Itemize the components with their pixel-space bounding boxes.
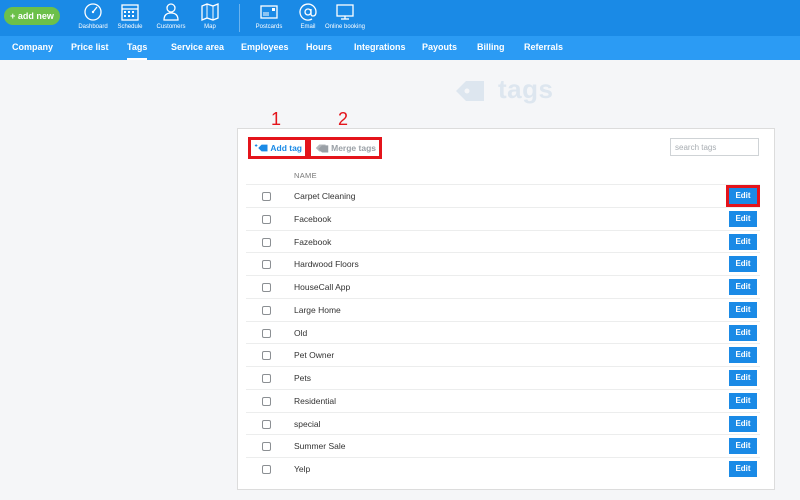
dashboard-gauge-icon	[84, 3, 102, 21]
tag-name: Summer Sale	[294, 441, 346, 452]
merge-tags-label: Merge tags	[331, 143, 376, 153]
tag-name: Yelp	[294, 464, 311, 474]
table-row: Summer Sale Edit	[246, 434, 760, 457]
tags-table: Carpet Cleaning Edit Facebook Edit Fazeboo…	[246, 184, 760, 480]
add-tag-label: Add tag	[270, 143, 302, 153]
edit-button[interactable]: Edit	[729, 370, 757, 386]
table-row: HouseCall App Edit	[246, 275, 760, 298]
map-icon	[201, 3, 219, 21]
row-checkbox[interactable]	[262, 214, 271, 224]
search-tags-input[interactable]	[670, 138, 759, 156]
edit-button[interactable]: Edit	[729, 210, 757, 227]
row-checkbox[interactable]	[262, 237, 271, 247]
row-checkbox[interactable]	[262, 260, 271, 270]
edit-button[interactable]: Edit	[729, 256, 757, 273]
tag-name: special	[294, 418, 321, 429]
page-title: tags	[498, 74, 554, 104]
tag-name: Fazebook	[294, 236, 332, 247]
nav-map[interactable]: Map	[185, 2, 235, 34]
nav-map-label: Map	[204, 24, 216, 30]
calendar-icon	[121, 4, 139, 21]
table-row: Facebook Edit	[246, 206, 760, 230]
table-row: Pets Edit	[246, 366, 760, 389]
at-sign-icon	[299, 3, 317, 21]
tag-name: Facebook	[294, 213, 332, 224]
tab-service-area[interactable]: Service area	[171, 36, 224, 60]
edit-button[interactable]: Edit	[729, 392, 757, 409]
edit-button[interactable]: Edit	[729, 301, 757, 318]
table-row: Yelp Edit	[246, 457, 760, 480]
tag-name: Old	[294, 327, 308, 338]
top-bar: + add new Dashboard Schedule Customers M…	[0, 0, 800, 36]
table-row: Old Edit	[246, 320, 760, 344]
row-checkbox[interactable]	[262, 396, 271, 406]
tab-billing[interactable]: Billing	[477, 36, 505, 60]
add-tag-button[interactable]: Add tag	[248, 137, 308, 159]
postcard-icon	[260, 5, 278, 19]
settings-tab-bar: Company Price list Tags Service area Emp…	[0, 36, 800, 60]
tab-price-list[interactable]: Price list	[71, 36, 109, 60]
table-row: Hardwood Floors Edit	[246, 252, 760, 275]
row-checkbox[interactable]	[262, 192, 271, 201]
row-checkbox[interactable]	[262, 351, 271, 361]
edit-button[interactable]: Edit	[729, 233, 757, 250]
tab-tags[interactable]: Tags	[127, 36, 148, 60]
customers-person-icon	[163, 3, 179, 21]
tag-name: HouseCall App	[294, 282, 351, 292]
table-row: Carpet Cleaning Edit	[246, 184, 760, 207]
tab-company[interactable]: Company	[12, 36, 53, 60]
tag-name: Pet Owner	[294, 350, 335, 361]
table-row: Pet Owner Edit	[246, 343, 760, 366]
tags-panel: Add tag Merge tags NAME Carpet Cleaning E…	[237, 128, 775, 490]
topbar-divider	[239, 4, 240, 32]
callout-number-2: 2	[338, 109, 349, 129]
row-checkbox[interactable]	[262, 374, 271, 383]
table-row: Large Home Edit	[246, 297, 760, 321]
edit-button[interactable]: Edit	[729, 279, 757, 295]
tab-hours[interactable]: Hours	[306, 36, 332, 60]
tag-name: Residential	[294, 395, 337, 406]
column-header-name: NAME	[294, 171, 317, 180]
edit-button[interactable]: Edit	[729, 188, 757, 204]
edit-button[interactable]: Edit	[729, 461, 757, 477]
row-checkbox[interactable]	[262, 419, 271, 429]
nav-online-booking-label: Online booking	[324, 24, 366, 30]
table-row: special Edit	[246, 411, 760, 435]
nav-online-booking[interactable]: Online booking	[320, 2, 370, 34]
add-tag-icon	[254, 144, 268, 152]
tag-name: Hardwood Floors	[294, 259, 359, 270]
row-checkbox[interactable]	[262, 442, 271, 452]
row-checkbox[interactable]	[262, 328, 271, 338]
edit-button[interactable]: Edit	[729, 324, 757, 341]
edit-button[interactable]: Edit	[729, 415, 757, 432]
add-new-button[interactable]: + add new	[4, 7, 60, 25]
merge-tags-icon	[315, 144, 329, 153]
merge-tags-button[interactable]: Merge tags	[308, 137, 382, 159]
row-checkbox[interactable]	[262, 305, 271, 315]
tab-payouts[interactable]: Payouts	[422, 36, 457, 60]
row-checkbox[interactable]	[262, 283, 271, 292]
row-checkbox[interactable]	[262, 465, 271, 474]
tab-integrations[interactable]: Integrations	[354, 36, 406, 60]
tab-employees[interactable]: Employees	[241, 36, 289, 60]
table-row: Residential Edit	[246, 388, 760, 412]
tag-name: Carpet Cleaning	[294, 191, 356, 201]
table-row: Fazebook Edit	[246, 229, 760, 253]
tag-icon	[456, 81, 484, 101]
edit-button[interactable]: Edit	[729, 438, 757, 455]
monitor-icon	[336, 4, 354, 20]
edit-button[interactable]: Edit	[729, 347, 757, 364]
tag-name: Large Home	[294, 304, 341, 315]
callout-number-1: 1	[271, 109, 282, 129]
tab-referrals[interactable]: Referrals	[524, 36, 563, 60]
tag-name: Pets	[294, 373, 312, 383]
